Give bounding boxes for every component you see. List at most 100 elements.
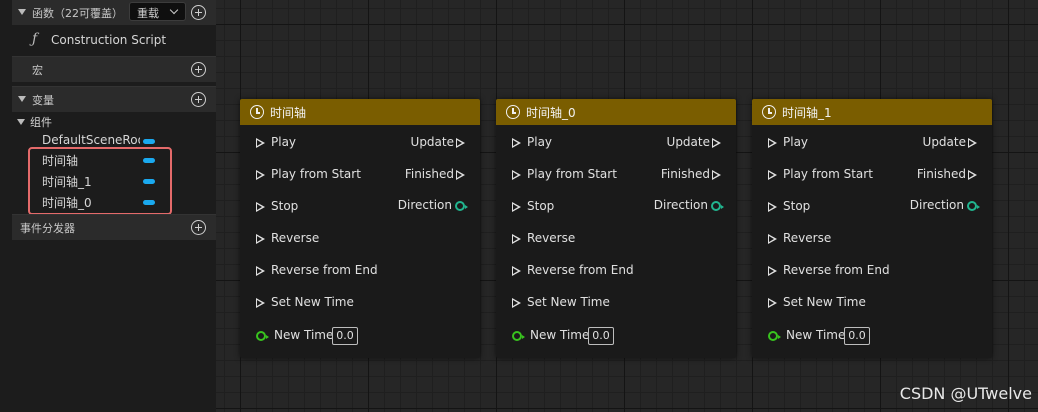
pin-reverse-from-end-label: Reverse from End bbox=[783, 263, 890, 277]
exec-output-pin-icon[interactable] bbox=[456, 170, 465, 180]
pin-direction-label: Direction bbox=[909, 198, 964, 212]
exec-input-pin-icon[interactable] bbox=[256, 298, 265, 308]
exec-input-pin-icon[interactable] bbox=[256, 202, 265, 212]
node-header[interactable]: 时间轴 bbox=[240, 99, 480, 125]
exec-output-pin-icon[interactable] bbox=[968, 170, 977, 180]
exec-input-pin-icon[interactable] bbox=[256, 266, 265, 276]
pin-stop-label: Stop bbox=[271, 199, 299, 213]
chevron-down-icon bbox=[169, 5, 179, 15]
pin-finished-label: Finished bbox=[660, 167, 710, 181]
pin-reverse-from-end-label: Reverse from End bbox=[271, 263, 378, 277]
collapse-arrow-icon[interactable] bbox=[18, 9, 26, 15]
exec-input-pin-icon[interactable] bbox=[512, 234, 521, 244]
pin-set-new-time-label: Set New Time bbox=[527, 295, 610, 309]
exec-input-pin-icon[interactable] bbox=[256, 170, 265, 180]
macros-section-header[interactable]: 宏 bbox=[12, 56, 216, 82]
functions-section-header[interactable]: 函数（22可覆盖） 重载 bbox=[12, 0, 216, 25]
pin-update-label: Update bbox=[922, 135, 966, 149]
pin-reverse-label: Reverse bbox=[527, 231, 576, 245]
event-dispatchers-label: 事件分发器 bbox=[20, 222, 75, 235]
clock-icon bbox=[762, 105, 776, 119]
exec-input-pin-icon[interactable] bbox=[768, 202, 777, 212]
exec-input-pin-icon[interactable] bbox=[768, 266, 777, 276]
add-function-icon[interactable] bbox=[191, 5, 206, 20]
new-time-value-input[interactable]: 0.0 bbox=[332, 327, 358, 345]
exec-input-pin-icon[interactable] bbox=[768, 138, 777, 148]
variables-label: 变量 bbox=[32, 94, 54, 107]
add-dispatcher-icon[interactable] bbox=[191, 220, 206, 235]
exec-output-pin-icon[interactable] bbox=[968, 138, 977, 148]
exec-input-pin-icon[interactable] bbox=[768, 298, 777, 308]
node-header[interactable]: 时间轴_0 bbox=[496, 99, 736, 125]
exec-output-pin-icon[interactable] bbox=[712, 170, 721, 180]
variables-section-header[interactable]: 变量 bbox=[12, 86, 216, 112]
functions-label: 函数（22可覆盖） bbox=[32, 7, 123, 20]
exec-input-pin-icon[interactable] bbox=[512, 202, 521, 212]
pin-new-time-label: New Time bbox=[274, 328, 334, 342]
node-title: 时间轴_1 bbox=[782, 106, 832, 120]
direction-output-pin-icon[interactable] bbox=[711, 201, 724, 211]
new-time-input-pin-icon[interactable] bbox=[256, 331, 269, 341]
pin-set-new-time-label: Set New Time bbox=[783, 295, 866, 309]
pin-play-from-start-label: Play from Start bbox=[271, 167, 361, 181]
pin-direction-label: Direction bbox=[653, 198, 708, 212]
pin-direction-label: Direction bbox=[397, 198, 452, 212]
new-time-value-input[interactable]: 0.0 bbox=[844, 327, 870, 345]
new-time-input-pin-icon[interactable] bbox=[768, 331, 781, 341]
exec-output-pin-icon[interactable] bbox=[456, 138, 465, 148]
highlight-box bbox=[28, 147, 172, 215]
clock-icon bbox=[506, 105, 520, 119]
direction-output-pin-icon[interactable] bbox=[967, 201, 980, 211]
node-header[interactable]: 时间轴_1 bbox=[752, 99, 992, 125]
event-dispatchers-section-header[interactable]: 事件分发器 bbox=[12, 214, 216, 240]
direction-output-pin-icon[interactable] bbox=[455, 201, 468, 211]
override-dropdown[interactable]: 重载 bbox=[129, 2, 186, 21]
components-collapse-arrow-icon[interactable] bbox=[17, 119, 25, 125]
exec-input-pin-icon[interactable] bbox=[768, 170, 777, 180]
exec-input-pin-icon[interactable] bbox=[512, 138, 521, 148]
pin-new-time-label: New Time bbox=[786, 328, 846, 342]
components-label: 组件 bbox=[30, 116, 52, 129]
pin-update-label: Update bbox=[666, 135, 710, 149]
pin-reverse-label: Reverse bbox=[783, 231, 832, 245]
pin-play-from-start-label: Play from Start bbox=[783, 167, 873, 181]
pin-stop-label: Stop bbox=[783, 199, 811, 213]
pin-new-time-label: New Time bbox=[530, 328, 590, 342]
exec-input-pin-icon[interactable] bbox=[768, 234, 777, 244]
timeline-node[interactable]: 时间轴 Play Update Play from Start Finished… bbox=[240, 99, 480, 358]
node-title: 时间轴_0 bbox=[526, 106, 576, 120]
pin-set-new-time-label: Set New Time bbox=[271, 295, 354, 309]
pin-reverse-label: Reverse bbox=[271, 231, 320, 245]
construction-script-item[interactable]: Construction Script bbox=[51, 33, 166, 47]
pin-reverse-from-end-label: Reverse from End bbox=[527, 263, 634, 277]
new-time-value-input[interactable]: 0.0 bbox=[588, 327, 614, 345]
watermark: CSDN @UTwelve bbox=[899, 384, 1032, 403]
pin-play-from-start-label: Play from Start bbox=[527, 167, 617, 181]
exec-input-pin-icon[interactable] bbox=[512, 266, 521, 276]
exec-output-pin-icon[interactable] bbox=[712, 138, 721, 148]
add-variable-icon[interactable] bbox=[191, 92, 206, 107]
function-icon: ƒ bbox=[32, 31, 38, 47]
pin-stop-label: Stop bbox=[527, 199, 555, 213]
clock-icon bbox=[250, 105, 264, 119]
my-blueprint-panel: 函数（22可覆盖） 重载 ƒ Construction Script 宏 变量 … bbox=[0, 0, 216, 412]
override-label: 重载 bbox=[137, 7, 159, 20]
pin-finished-label: Finished bbox=[404, 167, 454, 181]
pin-play-label: Play bbox=[783, 135, 809, 149]
timeline-node[interactable]: 时间轴_0 Play Update Play from Start Finish… bbox=[496, 99, 736, 358]
pin-finished-label: Finished bbox=[916, 167, 966, 181]
timeline-node[interactable]: 时间轴_1 Play Update Play from Start Finish… bbox=[752, 99, 992, 358]
new-time-input-pin-icon[interactable] bbox=[512, 331, 525, 341]
exec-input-pin-icon[interactable] bbox=[512, 298, 521, 308]
exec-input-pin-icon[interactable] bbox=[256, 234, 265, 244]
add-macro-icon[interactable] bbox=[191, 62, 206, 77]
node-title: 时间轴 bbox=[270, 106, 307, 120]
pin-update-label: Update bbox=[410, 135, 454, 149]
component-type-pill bbox=[143, 139, 155, 144]
exec-input-pin-icon[interactable] bbox=[512, 170, 521, 180]
macros-label: 宏 bbox=[32, 64, 43, 77]
component-name: DefaultSceneRoot bbox=[42, 133, 140, 147]
pin-play-label: Play bbox=[271, 135, 297, 149]
collapse-arrow-icon[interactable] bbox=[18, 96, 26, 102]
exec-input-pin-icon[interactable] bbox=[256, 138, 265, 148]
